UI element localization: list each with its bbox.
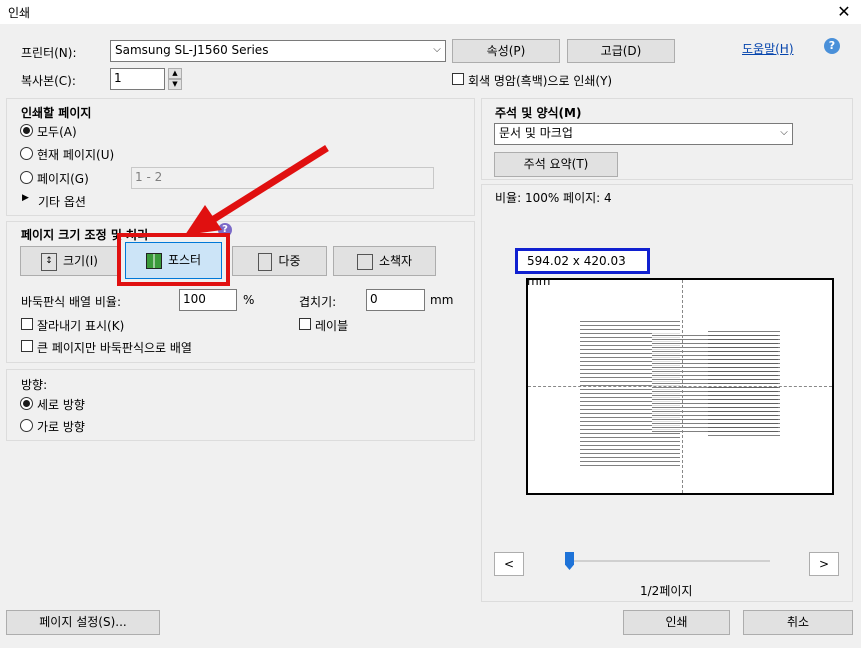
annotation-arrow-line — [212, 145, 329, 222]
annotation-arrow-layer — [185, 145, 329, 235]
